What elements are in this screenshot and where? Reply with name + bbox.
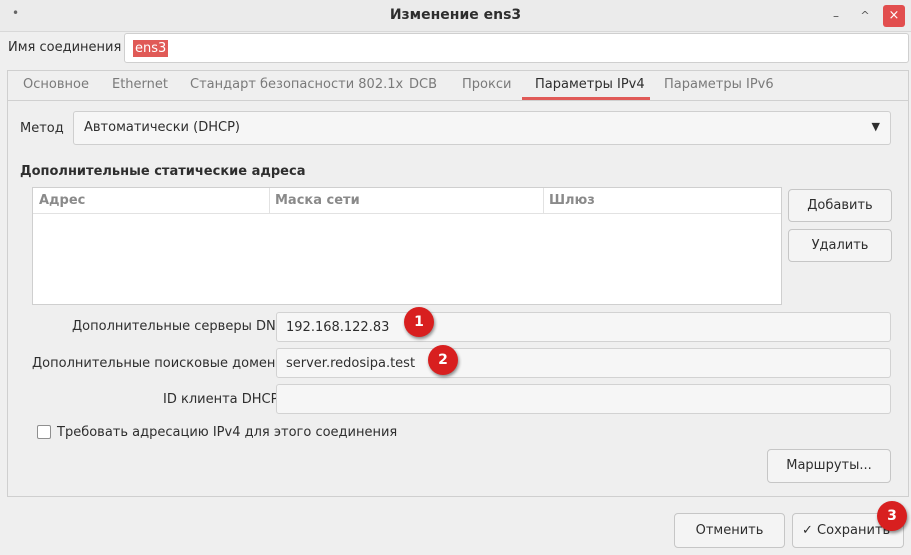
- tab-proxy[interactable]: Прокси: [462, 77, 511, 92]
- dns-input[interactable]: 192.168.122.83: [276, 312, 891, 342]
- checkmark-icon: ✓: [802, 523, 813, 538]
- maximize-icon[interactable]: ^: [855, 6, 875, 26]
- method-label: Метод: [20, 121, 64, 136]
- column-address[interactable]: Адрес: [39, 193, 85, 208]
- dhcp-client-id-label: ID клиента DHCP: [163, 392, 279, 407]
- static-addresses-title: Дополнительные статические адреса: [20, 164, 306, 179]
- require-ipv4-checkbox[interactable]: [37, 425, 51, 439]
- annotation-badge-2: 2: [428, 345, 458, 375]
- dns-value: 192.168.122.83: [286, 320, 390, 335]
- search-domains-label: Дополнительные поисковые домены: [32, 356, 286, 371]
- close-icon[interactable]: ×: [883, 5, 905, 27]
- annotation-badge-1: 1: [404, 307, 434, 337]
- table-header: Адрес Маска сети Шлюз: [33, 188, 781, 214]
- method-value: Автоматически (DHCP): [84, 120, 240, 135]
- tab-ipv6[interactable]: Параметры IPv6: [664, 77, 774, 92]
- require-ipv4-label[interactable]: Требовать адресацию IPv4 для этого соеди…: [57, 425, 397, 440]
- connection-name-label: Имя соединения: [8, 40, 122, 55]
- tab-bar: Основное Ethernet Стандарт безопасности …: [8, 71, 908, 101]
- tab-dcb[interactable]: DCB: [409, 77, 437, 92]
- column-divider: [269, 188, 270, 214]
- tab-8021x-security[interactable]: Стандарт безопасности 802.1x: [190, 77, 403, 92]
- search-domains-value: server.redosipa.test: [286, 356, 416, 371]
- dns-label: Дополнительные серверы DNS: [72, 319, 284, 334]
- column-gateway[interactable]: Шлюз: [549, 193, 595, 208]
- search-domains-input[interactable]: server.redosipa.test: [276, 348, 891, 378]
- routes-button[interactable]: Маршруты...: [767, 449, 891, 483]
- column-netmask[interactable]: Маска сети: [275, 193, 360, 208]
- static-addresses-table[interactable]: Адрес Маска сети Шлюз: [32, 187, 782, 305]
- connection-name-value: ens3: [133, 40, 169, 57]
- title-bar: • Изменение ens3 – ^ ×: [0, 0, 911, 32]
- column-divider: [543, 188, 544, 214]
- annotation-badge-3: 3: [877, 501, 907, 531]
- tab-ipv4[interactable]: Параметры IPv4: [535, 77, 645, 92]
- window-title: Изменение ens3: [389, 7, 522, 23]
- delete-address-button[interactable]: Удалить: [788, 229, 892, 262]
- tab-general[interactable]: Основное: [23, 77, 89, 92]
- tab-ethernet[interactable]: Ethernet: [112, 77, 168, 92]
- minimize-icon[interactable]: –: [826, 6, 846, 26]
- active-tab-indicator: [522, 97, 650, 100]
- chevron-down-icon: ▼: [871, 120, 880, 133]
- add-address-button[interactable]: Добавить: [788, 189, 892, 222]
- method-select[interactable]: Автоматически (DHCP) ▼: [73, 111, 891, 145]
- dhcp-client-id-input[interactable]: [276, 384, 891, 414]
- cancel-button[interactable]: Отменить: [674, 513, 785, 548]
- connection-name-input[interactable]: ens3: [124, 33, 909, 63]
